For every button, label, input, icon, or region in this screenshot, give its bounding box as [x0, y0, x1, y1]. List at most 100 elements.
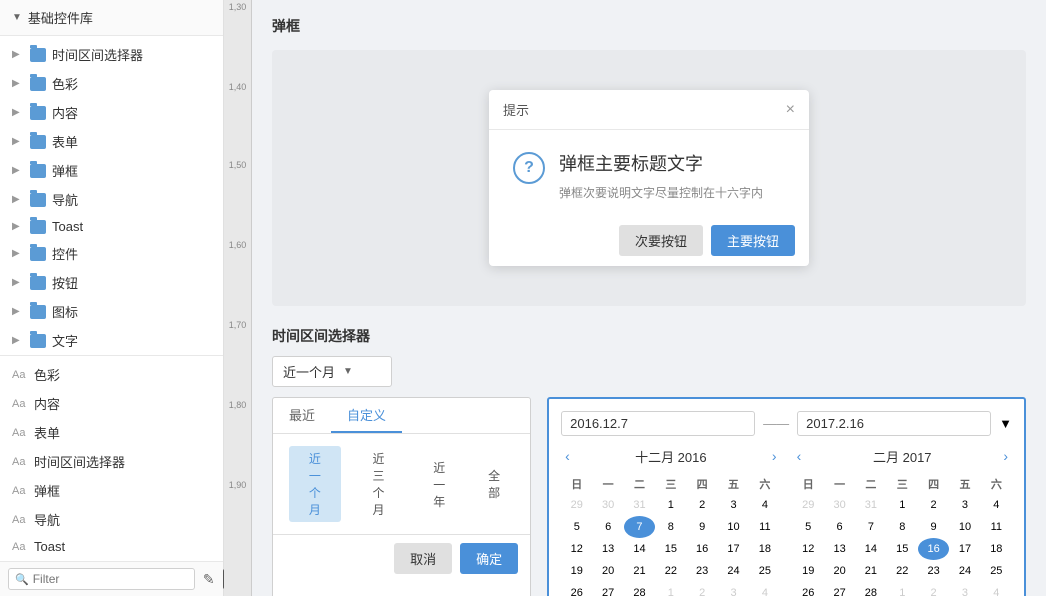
dialog-close-button[interactable]: ×	[786, 101, 795, 119]
cal-day[interactable]: 31	[624, 494, 655, 516]
aa-item-toast[interactable]: Aa Toast	[0, 534, 223, 559]
cal-day[interactable]: 30	[824, 494, 855, 516]
cal-day[interactable]: 3	[718, 494, 749, 516]
sidebar-item-button[interactable]: ▶ 按钮	[0, 268, 223, 297]
cal-day[interactable]: 2	[918, 582, 949, 596]
cal-day[interactable]: 1	[887, 582, 918, 596]
dp-tab-recent[interactable]: 最近	[273, 398, 331, 433]
cal-day[interactable]: 1	[887, 494, 918, 516]
cal-day[interactable]: 8	[655, 516, 686, 538]
aa-item-dialog[interactable]: Aa 弹框	[0, 476, 223, 505]
cal-day[interactable]: 27	[592, 582, 623, 596]
cal-day[interactable]: 21	[624, 560, 655, 582]
cal-day[interactable]: 8	[887, 516, 918, 538]
cal-day[interactable]: 24	[949, 560, 980, 582]
cal-day[interactable]: 11	[981, 516, 1012, 538]
cal-day[interactable]: 13	[824, 538, 855, 560]
cal-day[interactable]: 31	[855, 494, 886, 516]
aa-item-form[interactable]: Aa 表单	[0, 418, 223, 447]
aa-item-color[interactable]: Aa 色彩	[0, 360, 223, 389]
cal-day[interactable]: 10	[949, 516, 980, 538]
cal-day[interactable]: 26	[561, 582, 592, 596]
cal-day[interactable]: 3	[949, 494, 980, 516]
cal-day[interactable]: 20	[824, 560, 855, 582]
cal-left-prev[interactable]: ‹	[561, 446, 574, 466]
cal-day[interactable]: 25	[749, 560, 780, 582]
cal-day[interactable]: 19	[561, 560, 592, 582]
cal-right-next[interactable]: ›	[999, 446, 1012, 466]
cal-day[interactable]: 2	[918, 494, 949, 516]
aa-item-datepicker[interactable]: Aa 时间区间选择器	[0, 447, 223, 476]
sidebar-item-text[interactable]: ▶ 文字	[0, 326, 223, 355]
cal-day[interactable]: 1	[655, 494, 686, 516]
cal-day[interactable]: 21	[855, 560, 886, 582]
dp-start-date-input[interactable]	[561, 411, 755, 436]
dialog-primary-button[interactable]: 主要按钮	[711, 225, 795, 256]
cal-day[interactable]: 28	[855, 582, 886, 596]
dp-quick-btn-all[interactable]: 全部	[474, 463, 514, 505]
sidebar-item-color[interactable]: ▶ 色彩	[0, 69, 223, 98]
cal-day[interactable]: 3	[718, 582, 749, 596]
cal-day[interactable]: 5	[561, 516, 592, 538]
cal-day[interactable]: 5	[793, 516, 824, 538]
sidebar-item-content[interactable]: ▶ 内容	[0, 98, 223, 127]
cal-day[interactable]: 28	[624, 582, 655, 596]
cal-day[interactable]: 17	[718, 538, 749, 560]
cal-day[interactable]: 10	[718, 516, 749, 538]
cal-day[interactable]: 20	[592, 560, 623, 582]
cal-day[interactable]: 4	[749, 494, 780, 516]
sidebar-item-datepicker[interactable]: ▶ 时间区间选择器	[0, 40, 223, 69]
cal-day[interactable]: 26	[793, 582, 824, 596]
dp-quick-btn-1month[interactable]: 近一个月	[289, 446, 341, 522]
cal-day[interactable]: 15	[887, 538, 918, 560]
sidebar-item-form[interactable]: ▶ 表单	[0, 127, 223, 156]
cal-day[interactable]: 30	[592, 494, 623, 516]
cal-day[interactable]: 9	[918, 516, 949, 538]
search-input[interactable]	[33, 572, 188, 586]
sidebar-item-nav[interactable]: ▶ 导航	[0, 185, 223, 214]
sidebar-item-icon[interactable]: ▶ 图标	[0, 297, 223, 326]
sidebar-item-widget[interactable]: ▶ 控件	[0, 239, 223, 268]
cal-day[interactable]: 2	[687, 494, 718, 516]
cal-day[interactable]: 6	[824, 516, 855, 538]
cal-day[interactable]: 19	[793, 560, 824, 582]
sidebar-item-toast[interactable]: ▶ Toast	[0, 214, 223, 239]
cal-day[interactable]: 4	[981, 494, 1012, 516]
cal-day-selected[interactable]: 16	[918, 538, 949, 560]
cal-day[interactable]: 13	[592, 538, 623, 560]
aa-item-nav[interactable]: Aa 导航	[0, 505, 223, 534]
cal-day[interactable]: 1	[655, 582, 686, 596]
cal-day[interactable]: 25	[981, 560, 1012, 582]
cal-day[interactable]: 17	[949, 538, 980, 560]
dp-confirm-button[interactable]: 确定	[460, 543, 518, 574]
cal-day[interactable]: 22	[887, 560, 918, 582]
sidebar-collapse-arrow[interactable]: ▼	[12, 12, 22, 23]
cal-day[interactable]: 6	[592, 516, 623, 538]
dp-cancel-button[interactable]: 取消	[394, 543, 452, 574]
cal-day[interactable]: 27	[824, 582, 855, 596]
cal-day[interactable]: 4	[749, 582, 780, 596]
cal-day[interactable]: 16	[687, 538, 718, 560]
cal-day[interactable]: 18	[749, 538, 780, 560]
cal-day[interactable]: 18	[981, 538, 1012, 560]
dp-period-select[interactable]: 近一个月 ▼	[272, 356, 392, 387]
dp-quick-btn-3month[interactable]: 近三个月	[353, 446, 405, 522]
cal-day[interactable]: 2	[687, 582, 718, 596]
dp-quick-btn-1year[interactable]: 近一年	[416, 455, 462, 514]
cal-day[interactable]: 7	[855, 516, 886, 538]
cal-day[interactable]: 14	[624, 538, 655, 560]
sidebar-item-dialog[interactable]: ▶ 弹框	[0, 156, 223, 185]
cal-day[interactable]: 15	[655, 538, 686, 560]
cal-day[interactable]: 14	[855, 538, 886, 560]
aa-item-content[interactable]: Aa 内容	[0, 389, 223, 418]
dp-tab-custom[interactable]: 自定义	[331, 398, 402, 433]
cal-day[interactable]: 24	[718, 560, 749, 582]
cal-left-next[interactable]: ›	[768, 446, 781, 466]
cal-day[interactable]: 29	[561, 494, 592, 516]
cal-day[interactable]: 12	[793, 538, 824, 560]
cal-day-selected[interactable]: 7	[624, 516, 655, 538]
dialog-secondary-button[interactable]: 次要按钮	[619, 225, 703, 256]
cal-day[interactable]: 4	[981, 582, 1012, 596]
edit-icon[interactable]: ✎	[199, 569, 219, 589]
dp-end-date-input[interactable]	[797, 411, 991, 436]
